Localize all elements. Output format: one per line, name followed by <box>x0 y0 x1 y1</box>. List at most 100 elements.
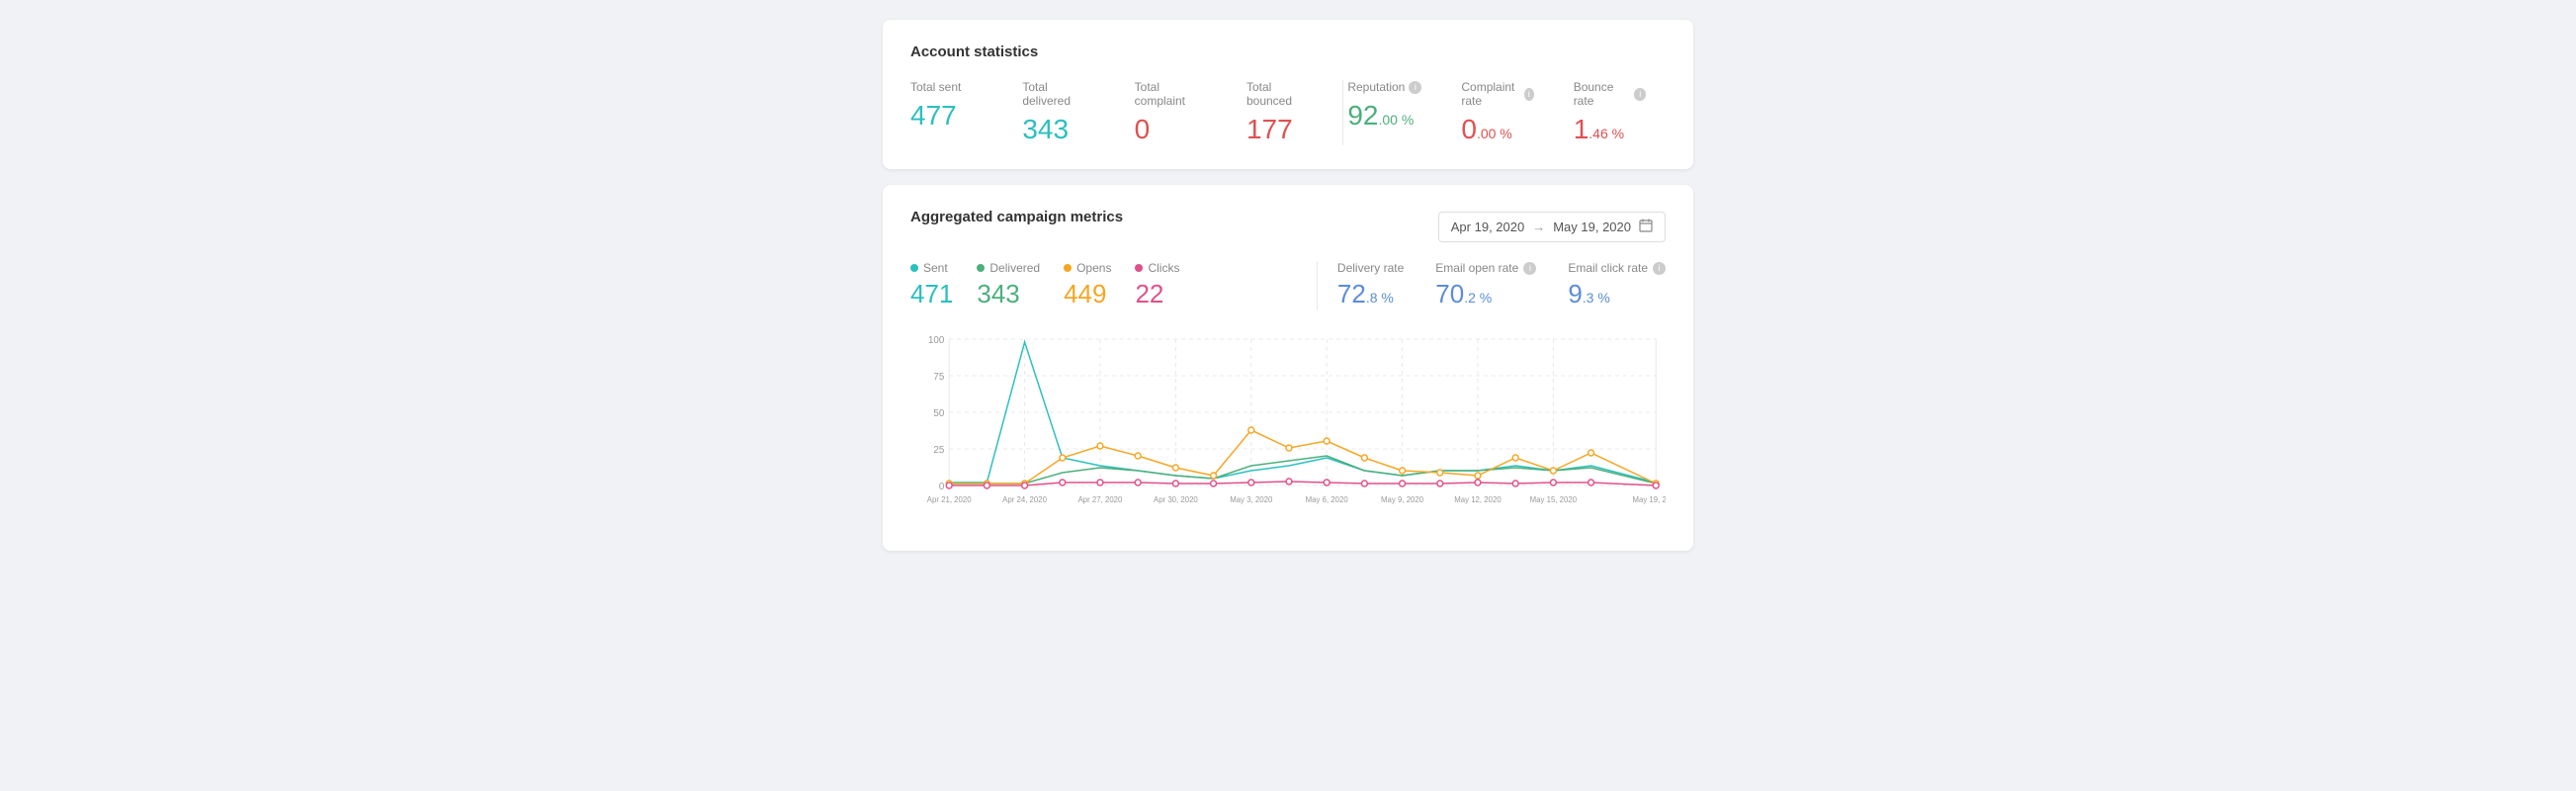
opens-dot <box>1064 264 1072 272</box>
stat-value-total-sent: 477 <box>910 100 983 132</box>
stat-label-total-bounced: Total bounced <box>1246 80 1319 108</box>
metric-delivered: Delivered 343 <box>977 261 1040 309</box>
rate-email-open: Email open rate i 70.2 % <box>1435 261 1536 309</box>
svg-text:May 9, 2020: May 9, 2020 <box>1381 495 1424 504</box>
metrics-row: Sent 471 Delivered 343 Opens <box>910 261 1666 309</box>
aggregated-header: Aggregated campaign metrics Apr 19, 2020… <box>910 209 1666 245</box>
metric-label-delivered: Delivered <box>977 261 1040 275</box>
rate-label-delivery: Delivery rate <box>1337 261 1404 275</box>
bounce-rate-info-icon[interactable]: i <box>1634 88 1646 101</box>
opens-dot-9 <box>1248 427 1254 433</box>
clicks-dot-7 <box>1172 481 1178 486</box>
account-statistics-title: Account statistics <box>910 44 1666 60</box>
stat-label-total-sent: Total sent <box>910 80 983 94</box>
main-container: Account statistics Total sent 477 Total … <box>883 20 1693 551</box>
clicks-dot-11 <box>1324 480 1330 485</box>
clicks-dot-18 <box>1589 480 1594 485</box>
stat-reputation: Reputation i 92.00 % <box>1347 80 1441 132</box>
campaign-chart: 0 25 50 75 100 Apr 21, 2020 Apr 24, 2020… <box>910 329 1666 527</box>
clicks-dot-6 <box>1135 480 1141 485</box>
stat-complaint-rate: Complaint rate i 0.00 % <box>1441 80 1553 145</box>
date-from: Apr 19, 2020 <box>1451 220 1524 234</box>
stat-value-total-delivered: 343 <box>1022 114 1094 145</box>
svg-text:0: 0 <box>939 482 945 492</box>
clicks-dot-19 <box>1653 483 1659 488</box>
stat-value-bounce-rate: 1.46 % <box>1574 114 1646 145</box>
stat-value-reputation: 92.00 % <box>1347 100 1421 132</box>
chart-line-opens <box>949 430 1656 483</box>
clicks-dot-14 <box>1437 481 1443 486</box>
clicks-dot-3 <box>1022 483 1028 488</box>
opens-dot-16 <box>1512 455 1518 461</box>
metric-value-opens: 449 <box>1064 279 1111 309</box>
opens-dot-13 <box>1400 468 1406 474</box>
metric-legend-group: Sent 471 Delivered 343 Opens <box>910 261 1297 309</box>
svg-text:Apr 27, 2020: Apr 27, 2020 <box>1078 495 1123 504</box>
metric-value-sent: 471 <box>910 279 953 309</box>
clicks-dot <box>1135 264 1143 272</box>
clicks-dot-8 <box>1211 481 1217 486</box>
opens-dot-11 <box>1324 438 1330 444</box>
date-range-picker[interactable]: Apr 19, 2020 → May 19, 2020 <box>1438 212 1666 242</box>
rate-value-email-open: 70.2 % <box>1435 279 1536 309</box>
campaign-metrics-card: Aggregated campaign metrics Apr 19, 2020… <box>883 185 1693 551</box>
clicks-dot-17 <box>1550 480 1556 485</box>
opens-dot-8 <box>1211 473 1217 479</box>
rate-email-click: Email click rate i 9.3 % <box>1568 261 1666 309</box>
svg-text:25: 25 <box>933 445 944 456</box>
delivered-dot <box>977 264 985 272</box>
clicks-dot-5 <box>1097 480 1103 485</box>
opens-dot-12 <box>1361 455 1367 461</box>
reputation-info-icon[interactable]: i <box>1409 81 1421 94</box>
svg-text:May 3, 2020: May 3, 2020 <box>1230 495 1273 504</box>
email-click-rate-info-icon[interactable]: i <box>1653 262 1666 275</box>
sent-dot <box>910 264 918 272</box>
opens-dot-14 <box>1437 470 1443 476</box>
clicks-dot-4 <box>1060 480 1066 485</box>
svg-text:100: 100 <box>928 335 945 346</box>
clicks-dot-13 <box>1400 481 1406 486</box>
clicks-dot-12 <box>1361 481 1367 486</box>
svg-text:Apr 30, 2020: Apr 30, 2020 <box>1154 495 1198 504</box>
opens-dot-5 <box>1097 443 1103 449</box>
clicks-dot-1 <box>946 483 952 488</box>
stat-value-total-complaint: 0 <box>1135 114 1207 145</box>
svg-text:75: 75 <box>933 372 944 383</box>
stat-value-complaint-rate: 0.00 % <box>1461 114 1533 145</box>
clicks-dot-2 <box>984 483 989 488</box>
metric-opens: Opens 449 <box>1064 261 1111 309</box>
opens-dot-6 <box>1135 453 1141 459</box>
opens-dot-7 <box>1172 465 1178 471</box>
stats-divider <box>1342 80 1343 145</box>
opens-dot-18 <box>1589 450 1594 456</box>
svg-text:Apr 21, 2020: Apr 21, 2020 <box>927 495 972 504</box>
stat-value-total-bounced: 177 <box>1246 114 1319 145</box>
email-open-rate-info-icon[interactable]: i <box>1523 262 1536 275</box>
rate-label-email-open: Email open rate i <box>1435 261 1536 275</box>
complaint-rate-info-icon[interactable]: i <box>1524 88 1534 101</box>
campaign-metrics-title: Aggregated campaign metrics <box>910 209 1123 225</box>
stat-total-bounced: Total bounced 177 <box>1227 80 1338 145</box>
clicks-dot-15 <box>1475 480 1481 485</box>
metric-value-clicks: 22 <box>1135 279 1179 309</box>
date-arrow-icon: → <box>1532 220 1545 234</box>
opens-dot-15 <box>1475 473 1481 479</box>
opens-dot-17 <box>1550 468 1556 474</box>
opens-dot-4 <box>1060 455 1066 461</box>
opens-dot-10 <box>1286 445 1292 451</box>
rate-label-email-click: Email click rate i <box>1568 261 1666 275</box>
rate-group: Delivery rate 72.8 % Email open rate i 7… <box>1337 261 1666 309</box>
rate-delivery: Delivery rate 72.8 % <box>1337 261 1404 309</box>
svg-text:50: 50 <box>933 408 944 419</box>
rate-value-delivery: 72.8 % <box>1337 279 1404 309</box>
metric-label-sent: Sent <box>910 261 953 275</box>
svg-text:May 15, 2020: May 15, 2020 <box>1530 495 1578 504</box>
clicks-dot-16 <box>1512 481 1518 486</box>
date-to: May 19, 2020 <box>1553 220 1631 234</box>
metric-sent: Sent 471 <box>910 261 953 309</box>
stat-label-bounce-rate: Bounce rate i <box>1574 80 1646 108</box>
chart-container: 0 25 50 75 100 Apr 21, 2020 Apr 24, 2020… <box>910 329 1666 527</box>
chart-line-sent <box>949 342 1656 483</box>
stat-total-delivered: Total delivered 343 <box>1002 80 1114 145</box>
metric-label-clicks: Clicks <box>1135 261 1179 275</box>
